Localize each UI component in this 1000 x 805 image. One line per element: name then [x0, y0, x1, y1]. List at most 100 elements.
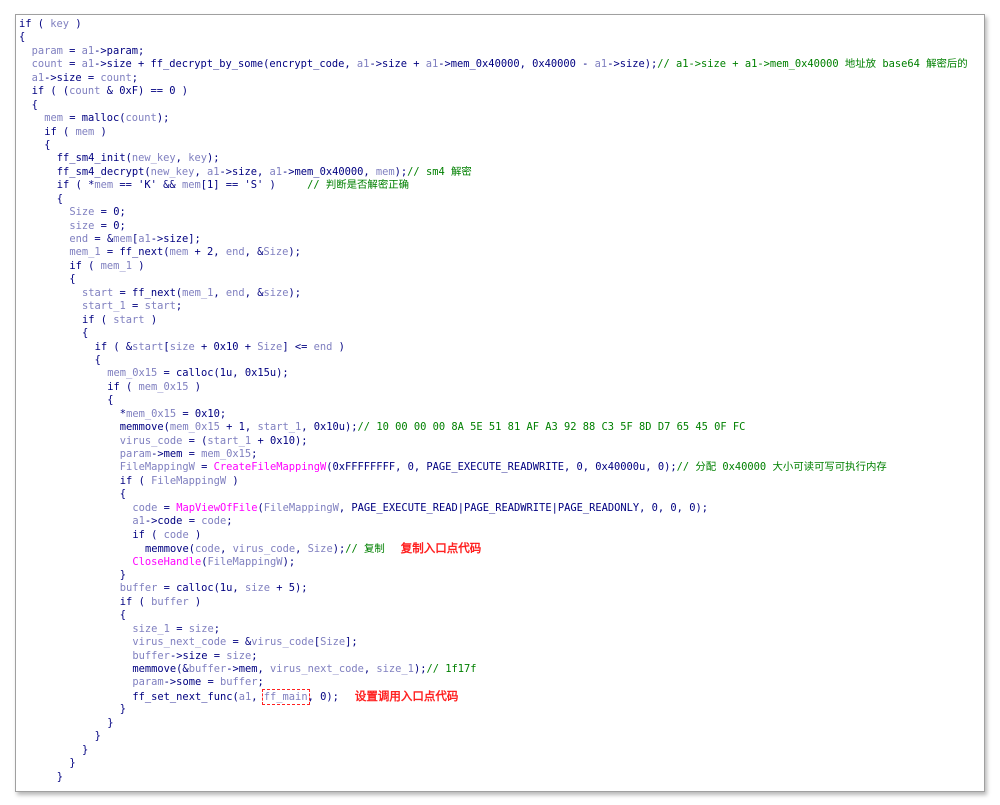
code-line[interactable]: {	[16, 193, 984, 206]
code-variable[interactable]: size	[226, 650, 251, 662]
code-variable[interactable]: FileMappingW	[207, 556, 282, 568]
code-variable[interactable]: a1	[239, 691, 252, 703]
code-line[interactable]: FileMappingW = CreateFileMappingW(0xFFFF…	[16, 461, 984, 474]
code-variable[interactable]: FileMappingW	[264, 502, 339, 514]
code-line[interactable]: start_1 = start;	[16, 300, 984, 313]
code-variable[interactable]: code	[132, 502, 157, 514]
code-line[interactable]: ff_sm4_decrypt(new_key, a1->size, a1->me…	[16, 166, 984, 179]
code-line[interactable]: {	[16, 31, 984, 44]
code-variable[interactable]: count	[100, 72, 131, 84]
code-variable[interactable]: start	[113, 314, 144, 326]
code-variable[interactable]: a1	[82, 45, 95, 57]
code-variable[interactable]: size	[189, 623, 214, 635]
code-variable[interactable]: Size	[320, 636, 345, 648]
code-variable[interactable]: code	[201, 515, 226, 527]
code-variable[interactable]: start	[82, 287, 113, 299]
code-variable[interactable]: mem_1	[182, 287, 213, 299]
code-variable[interactable]: mem_1	[101, 260, 132, 272]
code-variable[interactable]: mem	[75, 126, 94, 138]
code-line[interactable]: size = 0;	[16, 220, 984, 233]
code-variable[interactable]: mem	[44, 112, 63, 124]
code-variable[interactable]: new_key	[132, 152, 176, 164]
code-variable[interactable]: buffer	[189, 663, 227, 675]
code-line[interactable]: param->some = buffer;	[16, 676, 984, 689]
code-line[interactable]: size_1 = size;	[16, 623, 984, 636]
code-variable[interactable]: mem_0x15	[201, 448, 251, 460]
code-variable[interactable]: Size	[69, 206, 94, 218]
code-line[interactable]: if ( mem_1 )	[16, 260, 984, 273]
code-variable[interactable]: param	[32, 45, 63, 57]
code-variable[interactable]: virus_code	[251, 636, 314, 648]
code-variable[interactable]: new_key	[151, 166, 195, 178]
code-line[interactable]: virus_code = (start_1 + 0x10);	[16, 435, 984, 448]
code-line[interactable]: code = MapViewOfFile(FileMappingW, PAGE_…	[16, 502, 984, 515]
code-variable[interactable]: FileMappingW	[151, 475, 226, 487]
api-call[interactable]: CreateFileMappingW	[214, 461, 327, 473]
code-variable[interactable]: size	[263, 287, 288, 299]
code-variable[interactable]: mem_1	[69, 246, 100, 258]
code-line[interactable]: {	[16, 609, 984, 622]
code-line[interactable]: {	[16, 488, 984, 501]
code-variable[interactable]: start_1	[82, 300, 126, 312]
code-variable[interactable]: buffer	[132, 650, 170, 662]
code-line[interactable]: a1->size = count;	[16, 72, 984, 85]
code-line[interactable]: }	[16, 703, 984, 716]
code-variable[interactable]: virus_next_code	[270, 663, 364, 675]
code-line[interactable]: {	[16, 99, 984, 112]
code-line[interactable]: }	[16, 569, 984, 582]
code-line[interactable]: if ( &start[size + 0x10 + Size] <= end )	[16, 341, 984, 354]
code-line[interactable]: if ( key )	[16, 18, 984, 31]
code-variable[interactable]: a1	[426, 58, 439, 70]
code-line[interactable]: mem = malloc(count);	[16, 112, 984, 125]
code-line[interactable]: end = &mem[a1->size];	[16, 233, 984, 246]
code-line[interactable]: param = a1->param;	[16, 45, 984, 58]
code-line[interactable]: if ( *mem == 'K' && mem[1] == 'S' ) // 判…	[16, 179, 984, 192]
code-variable[interactable]: start_1	[257, 421, 301, 433]
code-variable[interactable]: count	[32, 58, 63, 70]
api-call[interactable]: CloseHandle	[132, 556, 201, 568]
code-line[interactable]: start = ff_next(mem_1, end, &size);	[16, 287, 984, 300]
code-line[interactable]: buffer = calloc(1u, size + 5);	[16, 582, 984, 595]
code-line[interactable]: a1->code = code;	[16, 515, 984, 528]
code-variable[interactable]: code	[195, 543, 220, 555]
code-line[interactable]: if ( start )	[16, 314, 984, 327]
code-line[interactable]: buffer->size = size;	[16, 650, 984, 663]
code-variable[interactable]: code	[164, 529, 189, 541]
code-variable[interactable]: key	[188, 152, 207, 164]
code-line[interactable]: {	[16, 394, 984, 407]
code-line[interactable]: if ( FileMappingW )	[16, 475, 984, 488]
code-variable[interactable]: a1	[82, 58, 95, 70]
code-line[interactable]: {	[16, 327, 984, 340]
pseudocode-view[interactable]: if ( key ){param = a1->param; count = a1-…	[16, 18, 984, 791]
code-line[interactable]: }	[16, 771, 984, 784]
code-line[interactable]: {	[16, 139, 984, 152]
code-variable[interactable]: count	[126, 112, 157, 124]
code-variable[interactable]: a1	[270, 166, 283, 178]
code-variable[interactable]: mem	[376, 166, 395, 178]
code-variable[interactable]: param	[132, 676, 163, 688]
code-variable[interactable]: virus_code	[233, 543, 296, 555]
code-line[interactable]: if ( buffer )	[16, 596, 984, 609]
highlighted-symbol[interactable]: ff_main	[261, 688, 310, 705]
code-variable[interactable]: mem_0x15	[170, 421, 220, 433]
code-line[interactable]: count = a1->size + ff_decrypt_by_some(en…	[16, 58, 984, 71]
code-variable[interactable]: mem	[113, 233, 132, 245]
code-variable[interactable]: mem_0x15	[126, 408, 176, 420]
code-variable[interactable]: end	[69, 233, 88, 245]
code-line[interactable]: ff_sm4_init(new_key, key);	[16, 152, 984, 165]
code-line[interactable]: if ( code )	[16, 529, 984, 542]
code-variable[interactable]: start_1	[207, 435, 251, 447]
code-line[interactable]: mem_1 = ff_next(mem + 2, end, &Size);	[16, 246, 984, 259]
code-variable[interactable]: Size	[263, 246, 288, 258]
code-line[interactable]: }	[16, 717, 984, 730]
code-variable[interactable]: mem	[182, 179, 201, 191]
code-variable[interactable]: Size	[308, 543, 333, 555]
code-line[interactable]: }	[16, 757, 984, 770]
code-variable[interactable]: size	[245, 582, 270, 594]
code-variable[interactable]: Size	[257, 341, 282, 353]
code-line[interactable]: memmove(mem_0x15 + 1, start_1, 0x10u);//…	[16, 421, 984, 434]
code-variable[interactable]: size	[69, 220, 94, 232]
code-line[interactable]: if ( mem )	[16, 126, 984, 139]
code-variable[interactable]: a1	[357, 58, 370, 70]
code-variable[interactable]: a1	[207, 166, 220, 178]
